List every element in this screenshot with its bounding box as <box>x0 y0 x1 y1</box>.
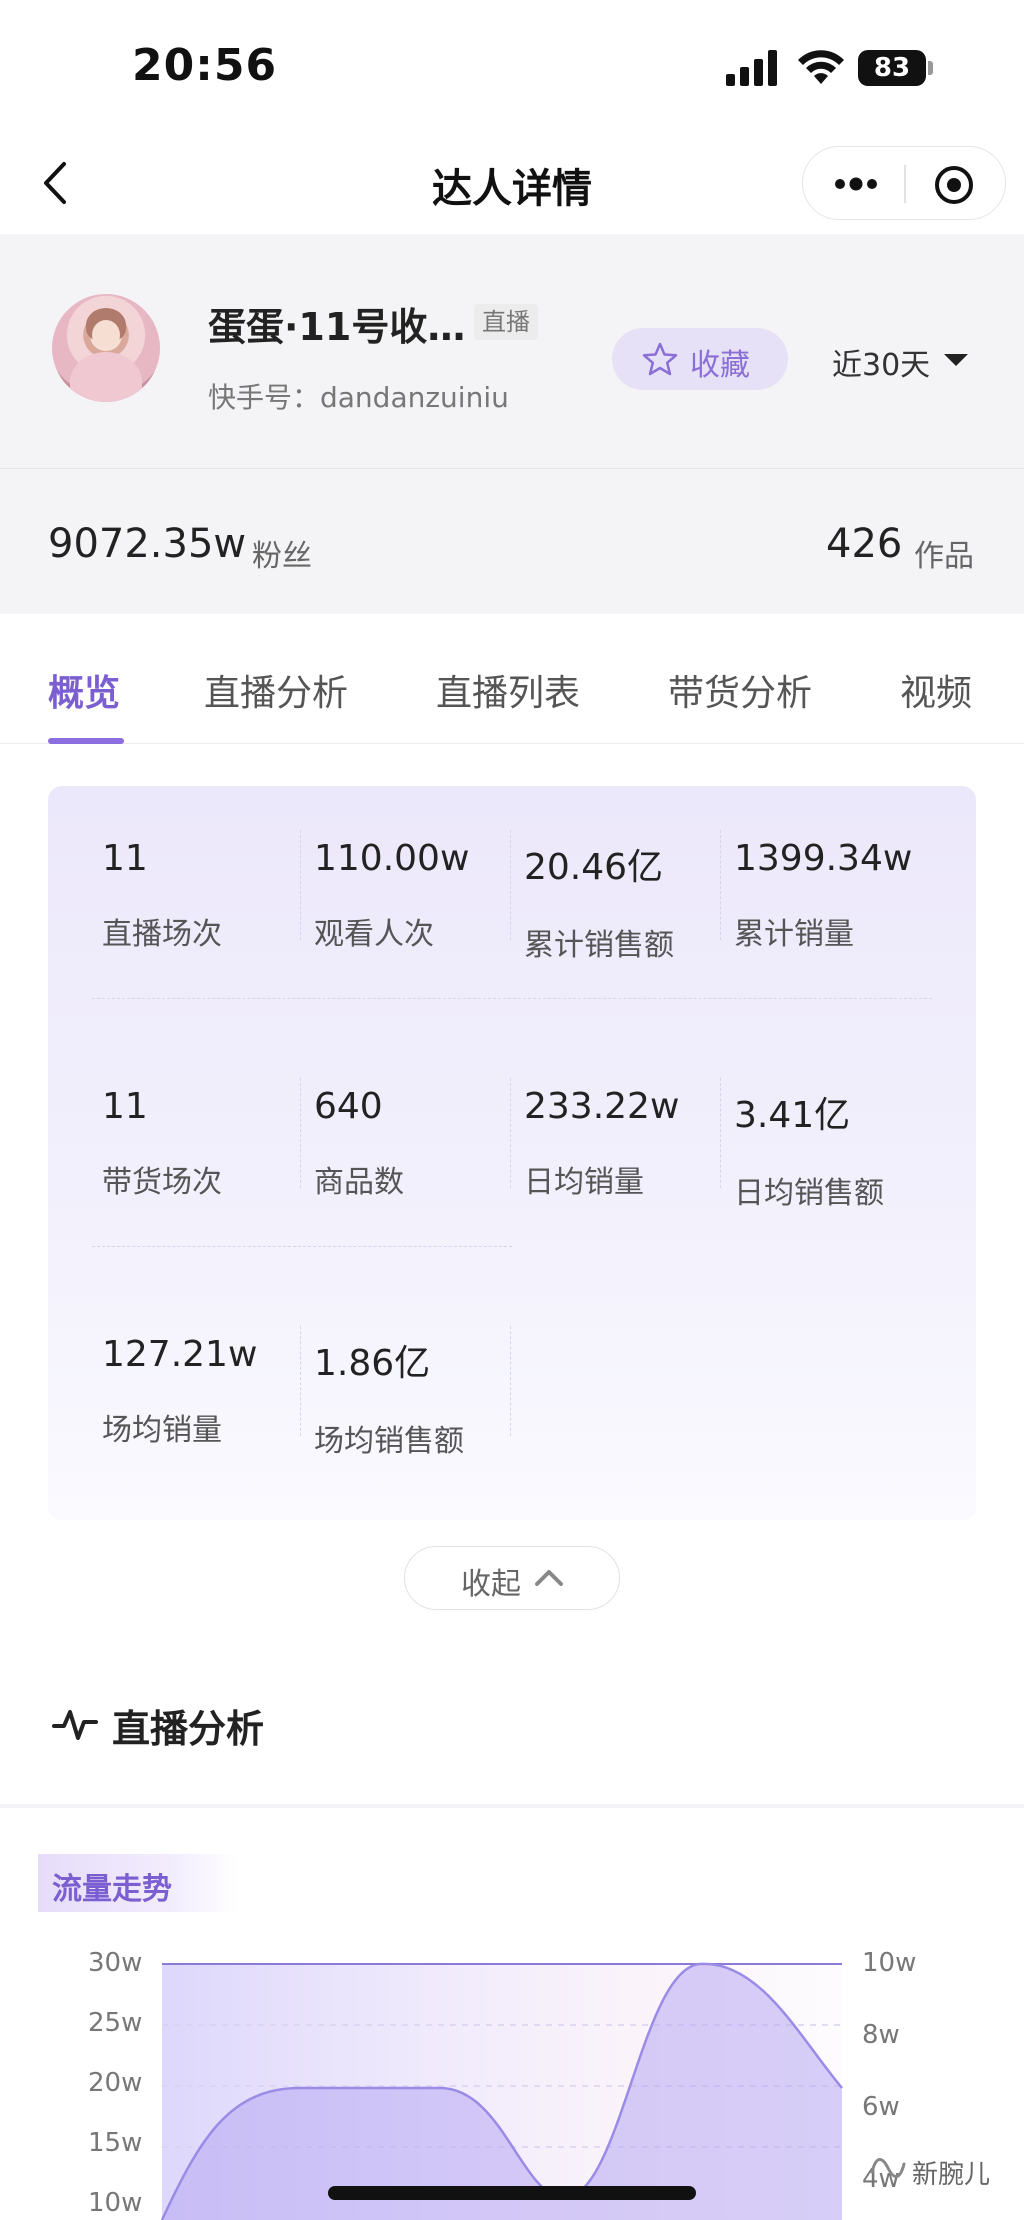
metric-label: 直播场次 <box>102 917 222 952</box>
metric-total-sales-amount: 20.46亿 累计销售额 <box>524 838 734 964</box>
works-count: 426 <box>826 521 903 567</box>
chevron-up-icon <box>535 1570 563 1586</box>
metric-value: 127.21w <box>102 1334 258 1375</box>
star-icon <box>642 342 678 376</box>
metric-value: 1.86亿 <box>314 1343 431 1384</box>
overview-card: 11 直播场次 110.00w 观看人次 20.46亿 累计销售额 1399.3… <box>48 786 976 1520</box>
metric-live-sessions: 11 直播场次 <box>102 838 312 953</box>
tab-video[interactable]: 视频 <box>900 664 972 716</box>
stats-bar: 9072.35w 粉丝 426 作品 <box>0 468 1024 614</box>
tab-live-list[interactable]: 直播列表 <box>436 664 580 716</box>
tab-live-analysis[interactable]: 直播分析 <box>204 664 348 716</box>
battery-level: 83 <box>858 50 926 86</box>
collapse-label: 收起 <box>461 1567 521 1602</box>
metric-label: 日均销售额 <box>734 1176 884 1211</box>
status-time: 20:56 <box>132 40 278 91</box>
metric-avg-sales-volume: 127.21w 场均销量 <box>102 1334 312 1449</box>
battery-icon: 83 <box>858 50 934 86</box>
metric-label: 日均销量 <box>524 1165 644 1200</box>
wechat-channel-icon <box>870 2158 906 2178</box>
metric-viewers: 110.00w 观看人次 <box>314 838 524 953</box>
metric-value: 640 <box>314 1086 383 1127</box>
metric-value: 20.46亿 <box>524 847 664 888</box>
fans-count: 9072.35w <box>48 521 247 567</box>
nav-bar: 达人详情 <box>0 136 1024 234</box>
metric-value: 11 <box>102 838 148 879</box>
favorite-label: 收藏 <box>690 348 750 383</box>
metric-total-sales-volume: 1399.34w 累计销量 <box>734 838 944 953</box>
watermark-text: 新腕儿 <box>912 2160 991 2190</box>
metric-label: 场均销量 <box>102 1413 222 1448</box>
metric-label: 带货场次 <box>102 1165 222 1200</box>
caret-down-icon[interactable] <box>944 354 968 366</box>
tab-overview[interactable]: 概览 <box>48 664 120 716</box>
metric-avg-sales-amount: 1.86亿 场均销售额 <box>314 1334 524 1460</box>
metric-product-count: 640 商品数 <box>314 1086 524 1201</box>
metric-value: 110.00w <box>314 838 470 879</box>
close-miniprogram-icon[interactable] <box>933 164 975 206</box>
metric-sales-sessions: 11 带货场次 <box>102 1086 312 1201</box>
metric-value: 233.22w <box>524 1086 680 1127</box>
metric-daily-sales-amount: 3.41亿 日均销售额 <box>734 1086 944 1212</box>
metric-daily-sales-volume: 233.22w 日均销量 <box>524 1086 734 1201</box>
profile-header: 蛋蛋·11号收… 直播 快手号：dandanzuiniu 收藏 近30天 <box>0 234 1024 468</box>
status-bar: 20:56 83 <box>0 0 1024 136</box>
works-label: 作品 <box>914 539 974 574</box>
favorite-button[interactable]: 收藏 <box>612 328 788 390</box>
metric-label: 观看人次 <box>314 917 434 952</box>
metric-label: 累计销量 <box>734 917 854 952</box>
signal-icon <box>726 50 777 86</box>
overview-section: 11 直播场次 110.00w 观看人次 20.46亿 累计销售额 1399.3… <box>0 744 1024 1804</box>
influencer-name: 蛋蛋·11号收… <box>208 305 466 349</box>
tab-bar: 概览 直播分析 直播列表 带货分析 视频 <box>0 614 1024 744</box>
pulse-icon <box>52 1710 98 1740</box>
avatar[interactable] <box>52 294 160 402</box>
live-tag: 直播 <box>474 304 538 340</box>
more-options-icon[interactable] <box>831 169 881 199</box>
section-title-live-analysis: 直播分析 <box>112 1707 265 1751</box>
metric-label: 商品数 <box>314 1165 404 1200</box>
fans-label: 粉丝 <box>252 539 312 574</box>
period-select[interactable]: 近30天 <box>832 340 930 384</box>
metric-label: 累计销售额 <box>524 928 674 963</box>
metric-value: 1399.34w <box>734 838 913 879</box>
wifi-icon <box>798 50 844 84</box>
metric-value: 11 <box>102 1086 148 1127</box>
tab-sales-analysis[interactable]: 带货分析 <box>668 664 812 716</box>
metric-value: 3.41亿 <box>734 1095 851 1136</box>
kuaishou-id: 快手号：dandanzuiniu <box>208 381 509 414</box>
metric-label: 场均销售额 <box>314 1424 464 1459</box>
home-indicator[interactable] <box>328 2186 696 2200</box>
mini-program-capsule <box>802 146 1006 220</box>
collapse-button[interactable]: 收起 <box>404 1546 620 1610</box>
